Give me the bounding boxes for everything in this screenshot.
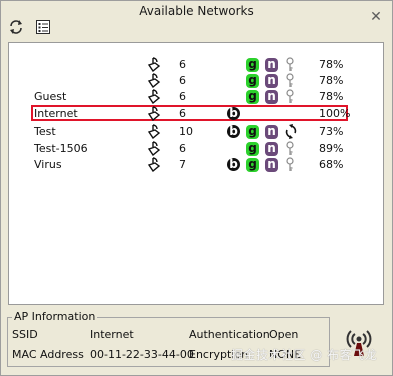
signal-strength-icon — [147, 157, 163, 173]
mode-g-badge: g — [246, 158, 259, 172]
mode-g-badge: g — [246, 142, 259, 156]
signal-strength-icon — [147, 124, 163, 140]
mode-n-badge: n — [265, 90, 278, 104]
network-row[interactable]: Internet 6 b 100% — [9, 105, 381, 122]
network-ssid: Guest — [34, 90, 67, 103]
authentication-value: Open — [269, 328, 299, 341]
signal-percent: 89% — [319, 142, 344, 155]
mode-n-badge: n — [265, 125, 278, 139]
mode-g-badge-cell: g — [246, 57, 260, 72]
mode-g-badge: g — [246, 125, 259, 139]
key-icon — [285, 157, 299, 172]
mode-g-badge-cell: g — [246, 89, 260, 104]
network-ssid: Virus — [34, 158, 62, 171]
network-channel: 6 — [179, 107, 186, 120]
signal-strength-icon — [147, 73, 163, 89]
network-channel: 6 — [179, 142, 186, 155]
network-list[interactable]: 6 g n 78% 6 g n 78% Guest 6 g n 78% Internet 6 b 100% Tes… — [8, 42, 384, 305]
mode-g-badge-cell — [246, 106, 260, 121]
mode-b-badge-cell — [227, 89, 241, 104]
network-channel: 7 — [179, 158, 186, 171]
details-view-button[interactable] — [34, 18, 52, 36]
network-channel: 6 — [179, 58, 186, 71]
mode-b-badge-cell: b — [227, 157, 241, 172]
network-row[interactable]: Test-1506 6 g n 89% — [9, 140, 381, 157]
mode-b-badge-cell — [227, 57, 241, 72]
mode-g-badge: g — [246, 90, 259, 104]
mode-b-badge: b — [227, 125, 240, 138]
refresh-button[interactable] — [7, 18, 25, 36]
window-title: Available Networks — [139, 4, 254, 18]
signal-strength-icon — [147, 89, 163, 105]
mode-n-badge-cell: n — [265, 141, 279, 156]
security-empty — [285, 106, 299, 121]
ap-information-title: AP Information — [12, 310, 98, 323]
key-icon — [285, 141, 299, 156]
mode-n-badge-cell: n — [265, 157, 279, 172]
network-channel: 6 — [179, 74, 186, 87]
mode-g-badge-cell: g — [246, 157, 260, 172]
mode-b-badge-cell: b — [227, 106, 241, 121]
mode-n-badge-cell — [265, 106, 279, 121]
available-networks-window: Available Networks ✕ 6 g n 78% 6 g n 78% Guest 6 g… — [0, 0, 393, 376]
mode-g-badge-cell: g — [246, 141, 260, 156]
mac-address-label: MAC Address — [12, 348, 84, 361]
network-ssid: Internet — [34, 107, 78, 120]
mac-address-value: 00-11-22-33-44-00 — [90, 348, 194, 361]
mode-n-badge: n — [265, 58, 278, 72]
mode-b-badge-cell — [227, 141, 241, 156]
signal-percent: 100% — [319, 107, 351, 120]
mode-n-badge-cell: n — [265, 57, 279, 72]
signal-strength-icon — [147, 57, 163, 73]
signal-strength-icon — [147, 106, 163, 122]
signal-percent: 73% — [319, 125, 344, 138]
network-row[interactable]: 6 g n 78% — [9, 56, 381, 73]
network-row[interactable]: Virus 7 b g n 68% — [9, 156, 381, 173]
mode-n-badge-cell: n — [265, 73, 279, 88]
network-row[interactable]: Guest 6 g n 78% — [9, 88, 381, 105]
mode-b-badge: b — [227, 107, 240, 120]
network-ssid: Test-1506 — [34, 142, 88, 155]
signal-strength-icon — [147, 141, 163, 157]
key-icon — [285, 73, 299, 88]
mode-g-badge-cell: g — [246, 73, 260, 88]
mode-g-badge-cell: g — [246, 124, 260, 139]
signal-percent: 68% — [319, 158, 344, 171]
connect-icon — [285, 124, 299, 139]
close-button[interactable]: ✕ — [369, 10, 383, 24]
mode-b-badge: b — [227, 158, 240, 171]
mode-g-badge: g — [246, 58, 259, 72]
key-icon — [285, 89, 299, 104]
mode-n-badge-cell: n — [265, 89, 279, 104]
refresh-icon — [10, 20, 22, 34]
mode-n-badge-cell: n — [265, 124, 279, 139]
network-row[interactable]: Test 10 b g n 73% — [9, 123, 381, 140]
close-icon: ✕ — [370, 9, 382, 25]
mode-b-badge-cell — [227, 73, 241, 88]
ssid-value: Internet — [90, 328, 134, 341]
key-icon — [285, 57, 299, 72]
mode-n-badge: n — [265, 142, 278, 156]
watermark-text: 掘金技术社区 @ 布客飞龙 — [231, 348, 378, 362]
network-ssid: Test — [34, 125, 56, 138]
mode-n-badge: n — [265, 74, 278, 88]
signal-percent: 78% — [319, 58, 344, 71]
mode-n-badge: n — [265, 158, 278, 172]
list-view-icon — [36, 20, 50, 34]
mode-b-badge-cell: b — [227, 124, 241, 139]
mode-g-badge: g — [246, 74, 259, 88]
signal-percent: 78% — [319, 74, 344, 87]
network-channel: 6 — [179, 90, 186, 103]
network-row[interactable]: 6 g n 78% — [9, 72, 381, 89]
network-channel: 10 — [179, 125, 193, 138]
authentication-label: Authentication — [189, 328, 270, 341]
signal-percent: 78% — [319, 90, 344, 103]
ssid-label: SSID — [12, 328, 38, 341]
